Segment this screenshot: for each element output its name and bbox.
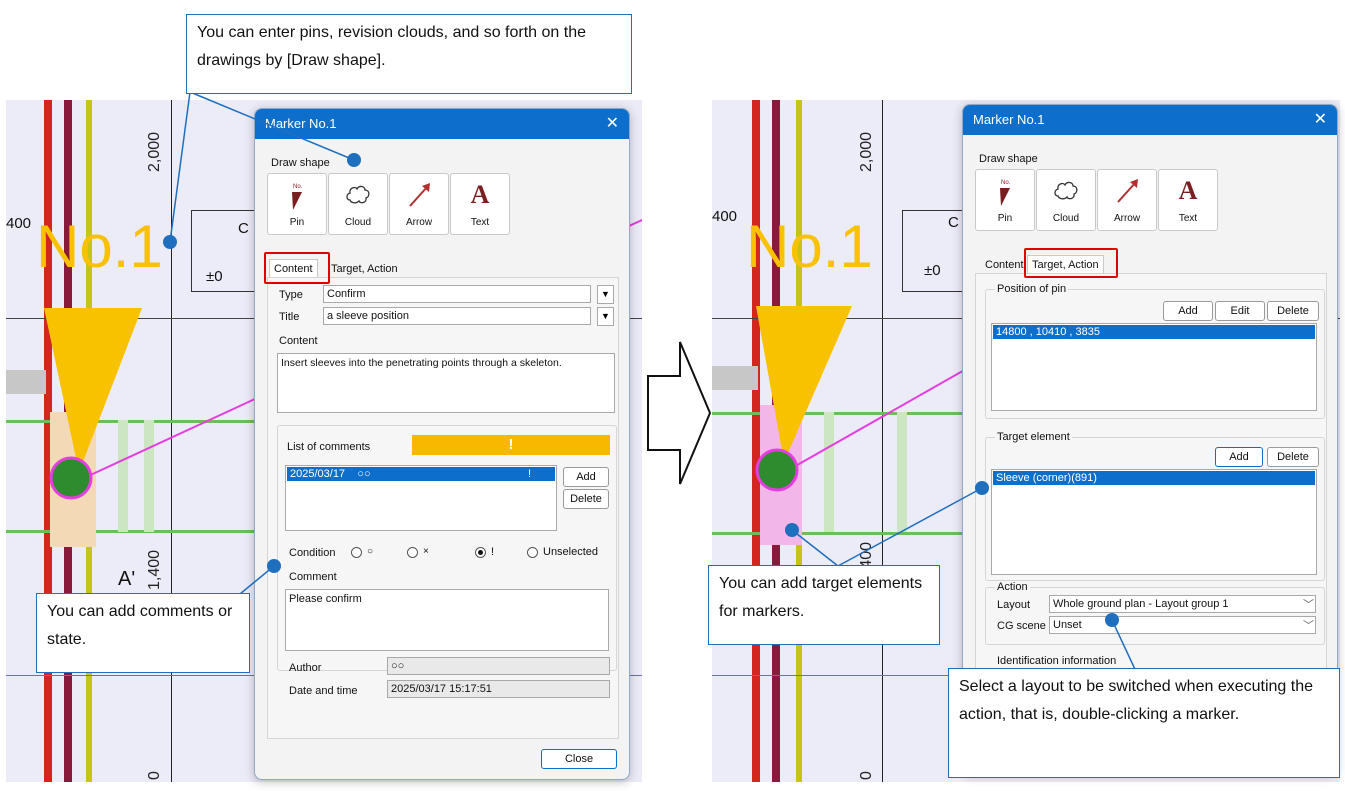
callout-dot-target: [975, 481, 989, 495]
callout-target: You can add target elements for markers.: [708, 565, 940, 645]
callout-layout: Select a layout to be switched when exec…: [948, 668, 1340, 778]
callout-draw-shape: You can enter pins, revision clouds, and…: [186, 14, 632, 94]
callout-dot-marker: [785, 523, 799, 537]
callout-dot-comments: [267, 559, 281, 573]
callout-dot-layout: [1105, 613, 1119, 627]
callout-dot-pin: [163, 235, 177, 249]
callout-comments: You can add comments or state.: [36, 593, 250, 673]
callout-dot-draw-shape: [347, 153, 361, 167]
